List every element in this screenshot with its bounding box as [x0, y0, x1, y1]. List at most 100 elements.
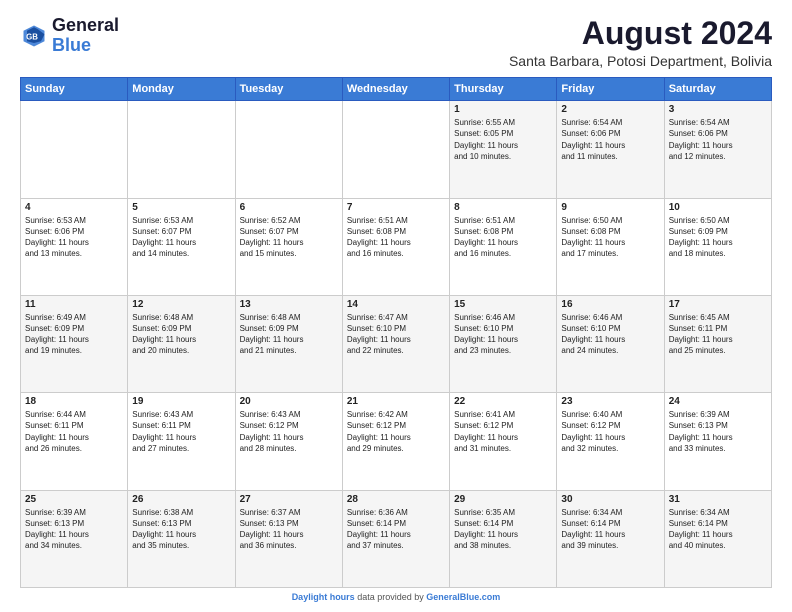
- day-cell: 19 Sunrise: 6:43 AMSunset: 6:11 PMDayligh…: [128, 393, 235, 490]
- day-info: Sunrise: 6:46 AMSunset: 6:10 PMDaylight:…: [561, 312, 659, 357]
- day-info: Sunrise: 6:55 AMSunset: 6:05 PMDaylight:…: [454, 117, 552, 162]
- day-cell: 23Sunrise: 6:40 AMSunset: 6:12 PMDayligh…: [557, 393, 664, 490]
- day-number: 16: [561, 299, 659, 310]
- header-cell-thursday: Thursday: [450, 78, 557, 101]
- day-cell: 3 Sunrise: 6:54 AMSunset: 6:06 PMDaylight…: [664, 101, 771, 198]
- day-info: Sunrise: 6:54 AMSunset: 6:06 PMDaylight:…: [669, 117, 767, 162]
- day-info: Sunrise: 6:53 AMSunset: 6:07 PMDaylight:…: [132, 215, 230, 260]
- day-cell: 16 Sunrise: 6:46 AMSunset: 6:10 PMDayligh…: [557, 295, 664, 392]
- logo-line2: Blue: [52, 35, 91, 55]
- header-cell-wednesday: Wednesday: [342, 78, 449, 101]
- day-info: Sunrise: 6:42 AMSunset: 6:12 PMDaylight:…: [347, 409, 445, 454]
- day-number: 30: [561, 494, 659, 505]
- day-cell: 2Sunrise: 6:54 AMSunset: 6:06 PMDaylight…: [557, 101, 664, 198]
- day-cell: 18Sunrise: 6:44 AMSunset: 6:11 PMDayligh…: [21, 393, 128, 490]
- day-info: Sunrise: 6:52 AMSunset: 6:07 PMDaylight:…: [240, 215, 338, 260]
- day-cell: 1 Sunrise: 6:55 AMSunset: 6:05 PMDaylight…: [450, 101, 557, 198]
- day-info: Sunrise: 6:48 AMSunset: 6:09 PMDaylight:…: [240, 312, 338, 357]
- day-cell: 5Sunrise: 6:53 AMSunset: 6:07 PMDaylight…: [128, 198, 235, 295]
- day-info: Sunrise: 6:34 AMSunset: 6:14 PMDaylight:…: [669, 507, 767, 552]
- header-cell-tuesday: Tuesday: [235, 78, 342, 101]
- day-cell: 21Sunrise: 6:42 AMSunset: 6:12 PMDayligh…: [342, 393, 449, 490]
- day-info: Sunrise: 6:43 AMSunset: 6:12 PMDaylight:…: [240, 409, 338, 454]
- calendar-table: SundayMondayTuesdayWednesdayThursdayFrid…: [20, 77, 772, 588]
- day-info: Sunrise: 6:39 AMSunset: 6:13 PMDaylight:…: [669, 409, 767, 454]
- day-info: Sunrise: 6:36 AMSunset: 6:14 PMDaylight:…: [347, 507, 445, 552]
- day-info: Sunrise: 6:53 AMSunset: 6:06 PMDaylight:…: [25, 215, 123, 260]
- week-row-2: 11Sunrise: 6:49 AMSunset: 6:09 PMDayligh…: [21, 295, 772, 392]
- day-number: 22: [454, 396, 552, 407]
- day-cell: 12 Sunrise: 6:48 AMSunset: 6:09 PMDayligh…: [128, 295, 235, 392]
- day-number: 1: [454, 104, 552, 115]
- day-cell: [342, 101, 449, 198]
- logo: GB General Blue: [20, 16, 119, 56]
- day-info: Sunrise: 6:51 AMSunset: 6:08 PMDaylight:…: [347, 215, 445, 260]
- day-cell: 15 Sunrise: 6:46 AMSunset: 6:10 PMDayligh…: [450, 295, 557, 392]
- day-number: 12: [132, 299, 230, 310]
- day-info: Sunrise: 6:48 AMSunset: 6:09 PMDaylight:…: [132, 312, 230, 357]
- logo-line1: General: [52, 16, 119, 36]
- day-number: 8: [454, 202, 552, 213]
- day-number: 6: [240, 202, 338, 213]
- footer-label: Daylight hours: [292, 592, 355, 602]
- day-cell: 9Sunrise: 6:50 AMSunset: 6:08 PMDaylight…: [557, 198, 664, 295]
- day-number: 25: [25, 494, 123, 505]
- day-cell: [128, 101, 235, 198]
- day-info: Sunrise: 6:37 AMSunset: 6:13 PMDaylight:…: [240, 507, 338, 552]
- day-number: 14: [347, 299, 445, 310]
- day-number: 3: [669, 104, 767, 115]
- day-cell: 7 Sunrise: 6:51 AMSunset: 6:08 PMDaylight…: [342, 198, 449, 295]
- logo-icon: GB: [20, 22, 48, 50]
- day-cell: 17 Sunrise: 6:45 AMSunset: 6:11 PMDayligh…: [664, 295, 771, 392]
- svg-text:GB: GB: [26, 32, 38, 41]
- day-number: 7: [347, 202, 445, 213]
- header-cell-sunday: Sunday: [21, 78, 128, 101]
- day-number: 9: [561, 202, 659, 213]
- day-number: 19: [132, 396, 230, 407]
- day-cell: 30Sunrise: 6:34 AMSunset: 6:14 PMDayligh…: [557, 490, 664, 587]
- title-block: August 2024 Santa Barbara, Potosi Depart…: [509, 16, 772, 69]
- day-number: 10: [669, 202, 767, 213]
- header-cell-friday: Friday: [557, 78, 664, 101]
- day-info: Sunrise: 6:40 AMSunset: 6:12 PMDaylight:…: [561, 409, 659, 454]
- day-cell: 20 Sunrise: 6:43 AMSunset: 6:12 PMDayligh…: [235, 393, 342, 490]
- month-title: August 2024: [509, 16, 772, 51]
- week-row-3: 18Sunrise: 6:44 AMSunset: 6:11 PMDayligh…: [21, 393, 772, 490]
- header: GB General Blue August 2024 Santa Barbar…: [20, 16, 772, 69]
- day-number: 26: [132, 494, 230, 505]
- page: GB General Blue August 2024 Santa Barbar…: [0, 0, 792, 612]
- day-number: 2: [561, 104, 659, 115]
- day-cell: 31 Sunrise: 6:34 AMSunset: 6:14 PMDayligh…: [664, 490, 771, 587]
- location-title: Santa Barbara, Potosi Department, Bolivi…: [509, 53, 772, 69]
- day-info: Sunrise: 6:47 AMSunset: 6:10 PMDaylight:…: [347, 312, 445, 357]
- day-cell: 29Sunrise: 6:35 AMSunset: 6:14 PMDayligh…: [450, 490, 557, 587]
- day-info: Sunrise: 6:38 AMSunset: 6:13 PMDaylight:…: [132, 507, 230, 552]
- week-row-1: 4Sunrise: 6:53 AMSunset: 6:06 PMDaylight…: [21, 198, 772, 295]
- day-cell: 4Sunrise: 6:53 AMSunset: 6:06 PMDaylight…: [21, 198, 128, 295]
- day-cell: 26 Sunrise: 6:38 AMSunset: 6:13 PMDayligh…: [128, 490, 235, 587]
- header-cell-saturday: Saturday: [664, 78, 771, 101]
- day-number: 13: [240, 299, 338, 310]
- day-number: 31: [669, 494, 767, 505]
- day-cell: 14 Sunrise: 6:47 AMSunset: 6:10 PMDayligh…: [342, 295, 449, 392]
- day-number: 20: [240, 396, 338, 407]
- day-cell: 11Sunrise: 6:49 AMSunset: 6:09 PMDayligh…: [21, 295, 128, 392]
- day-cell: 28 Sunrise: 6:36 AMSunset: 6:14 PMDayligh…: [342, 490, 449, 587]
- day-number: 28: [347, 494, 445, 505]
- day-cell: 13 Sunrise: 6:48 AMSunset: 6:09 PMDayligh…: [235, 295, 342, 392]
- day-info: Sunrise: 6:39 AMSunset: 6:13 PMDaylight:…: [25, 507, 123, 552]
- day-number: 24: [669, 396, 767, 407]
- day-number: 15: [454, 299, 552, 310]
- day-info: Sunrise: 6:50 AMSunset: 6:09 PMDaylight:…: [669, 215, 767, 260]
- day-cell: 10 Sunrise: 6:50 AMSunset: 6:09 PMDayligh…: [664, 198, 771, 295]
- header-row: SundayMondayTuesdayWednesdayThursdayFrid…: [21, 78, 772, 101]
- day-number: 17: [669, 299, 767, 310]
- day-number: 27: [240, 494, 338, 505]
- day-cell: 25 Sunrise: 6:39 AMSunset: 6:13 PMDayligh…: [21, 490, 128, 587]
- day-info: Sunrise: 6:45 AMSunset: 6:11 PMDaylight:…: [669, 312, 767, 357]
- day-cell: 8Sunrise: 6:51 AMSunset: 6:08 PMDaylight…: [450, 198, 557, 295]
- day-info: Sunrise: 6:46 AMSunset: 6:10 PMDaylight:…: [454, 312, 552, 357]
- day-info: Sunrise: 6:35 AMSunset: 6:14 PMDaylight:…: [454, 507, 552, 552]
- day-info: Sunrise: 6:43 AMSunset: 6:11 PMDaylight:…: [132, 409, 230, 454]
- day-cell: 6 Sunrise: 6:52 AMSunset: 6:07 PMDaylight…: [235, 198, 342, 295]
